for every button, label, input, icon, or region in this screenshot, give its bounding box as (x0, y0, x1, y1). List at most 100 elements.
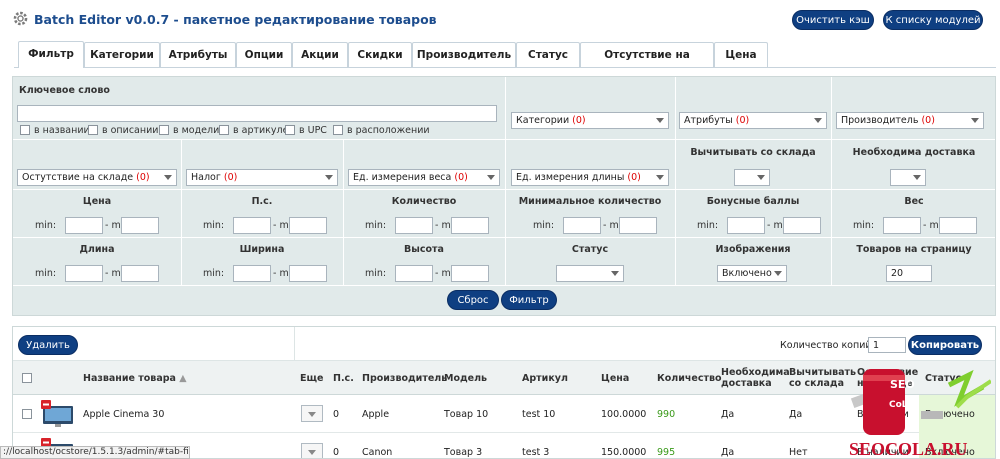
check-in-model-label: в модели (173, 125, 220, 136)
seocola-watermark: SEO CoLA SEOCOLA.RU (841, 367, 991, 459)
row-manufacturer: Apple (362, 409, 390, 420)
tab-attributes[interactable]: Атрибуты (160, 42, 236, 67)
row-model: Товар 3 (444, 447, 483, 458)
length-max-input[interactable] (121, 265, 159, 282)
tab-categories[interactable]: Категории (84, 42, 160, 67)
price-max-input[interactable] (121, 217, 159, 234)
shipping-label: Необходима доставка (852, 147, 976, 158)
points-max-input[interactable] (289, 217, 327, 234)
min-quantity-label: Минимальное количество (518, 196, 662, 207)
copies-input[interactable]: 1 (868, 337, 906, 353)
tax-select[interactable]: Налог (0) (186, 169, 338, 186)
col-more: Еще (300, 373, 324, 384)
keyword-label: Ключевое слово (19, 85, 110, 96)
row-more-button[interactable] (301, 405, 323, 422)
check-in-description[interactable] (88, 125, 98, 135)
price-min-label: min: (35, 220, 57, 231)
weight-max-input[interactable] (939, 217, 977, 234)
points-label: П.с. (251, 196, 273, 207)
height-max-input[interactable] (451, 265, 489, 282)
row-name[interactable]: Apple Cinema 30 (83, 409, 164, 420)
price-label: Цена (82, 196, 112, 207)
status-label: Статус (571, 244, 609, 255)
filter-panel: Ключевое слово в названии в описании в м… (12, 76, 996, 316)
width-min-input[interactable] (233, 265, 271, 282)
col-shipping: Необходима доставка (721, 367, 790, 389)
points-min-input[interactable] (233, 217, 271, 234)
width-max-input[interactable] (289, 265, 327, 282)
reward-max-input[interactable] (783, 217, 821, 234)
shipping-select[interactable] (890, 169, 926, 186)
min-quantity-min-label: min: (533, 220, 555, 231)
col-quantity: Количество (657, 373, 722, 384)
height-min-label: min: (365, 268, 387, 279)
subtract-select[interactable] (734, 169, 770, 186)
width-min-label: min: (203, 268, 225, 279)
row-checkbox[interactable] (22, 409, 32, 419)
tab-filter[interactable]: Фильтр (18, 41, 84, 68)
weight-unit-select[interactable]: Ед. измерения веса (0) (348, 169, 500, 186)
manufacturer-select[interactable]: Производитель (0) (836, 112, 984, 129)
categories-select[interactable]: Категории (0) (511, 112, 669, 129)
per-page-label: Товаров на страницу (856, 244, 972, 255)
col-model: Модель (444, 373, 488, 384)
clear-cache-button[interactable]: Очистить кэш (792, 10, 874, 30)
delete-button[interactable]: Удалить (18, 335, 78, 355)
watermark-text: SEOCOLA.RU (849, 439, 968, 459)
col-name[interactable]: Название товара ▲ (83, 373, 187, 384)
row-more-button[interactable] (301, 443, 323, 458)
tab-manufacturer[interactable]: Производитель (412, 42, 516, 67)
images-select[interactable]: Включено (717, 265, 787, 282)
cola-can-icon (850, 369, 991, 435)
check-in-description-label: в описании (102, 125, 159, 136)
reset-button[interactable]: Сброс (447, 290, 499, 310)
keyword-input[interactable] (17, 105, 497, 122)
tab-stock-status[interactable]: Отсутствие на складе (580, 42, 714, 85)
attributes-select[interactable]: Атрибуты (0) (679, 112, 827, 129)
check-in-location[interactable] (333, 125, 343, 135)
quantity-min-input[interactable] (395, 217, 433, 234)
min-quantity-max-input[interactable] (619, 217, 657, 234)
tab-specials[interactable]: Акции (292, 42, 348, 67)
length-min-input[interactable] (65, 265, 103, 282)
row-quantity: 995 (657, 447, 676, 458)
browser-status-bar: ://localhost/ocstore/1.5.1.3/admin/#tab-… (0, 446, 190, 459)
reward-min-label: min: (697, 220, 719, 231)
product-thumbnail (41, 400, 75, 428)
check-in-upc[interactable] (285, 125, 295, 135)
weight-min-input[interactable] (883, 217, 921, 234)
tab-options[interactable]: Опции (236, 42, 292, 67)
page-title: Batch Editor v0.0.7 - пакетное редактиро… (34, 12, 437, 27)
results-panel: Удалить Количество копий: 1 Копировать Н… (12, 326, 996, 459)
per-page-input[interactable]: 20 (886, 265, 932, 282)
check-in-sku[interactable] (219, 125, 229, 135)
tab-price[interactable]: Цена (714, 42, 768, 67)
reward-label: Бонусные баллы (706, 196, 800, 207)
modules-list-button[interactable]: К списку модулей (883, 10, 983, 30)
row-points: 0 (333, 409, 340, 420)
copy-button[interactable]: Копировать (908, 335, 982, 355)
row-model: Товар 10 (444, 409, 489, 420)
row-shipping: Да (721, 447, 735, 458)
row-price: 100.0000 (601, 409, 647, 420)
copies-label: Количество копий: (780, 340, 875, 351)
min-quantity-min-input[interactable] (563, 217, 601, 234)
quantity-max-input[interactable] (451, 217, 489, 234)
row-subtract: Да (789, 409, 803, 420)
tab-discounts[interactable]: Скидки (348, 42, 412, 67)
weight-label: Вес (904, 196, 924, 207)
check-in-model[interactable] (159, 125, 169, 135)
reward-min-input[interactable] (727, 217, 765, 234)
select-all-checkbox[interactable] (22, 373, 32, 383)
stock-status-select[interactable]: Остутствие на складе (0) (17, 169, 177, 186)
status-select[interactable] (556, 265, 624, 282)
points-min-label: min: (203, 220, 225, 231)
length-unit-select[interactable]: Ед. измерения длины (0) (511, 169, 669, 186)
col-price: Цена (601, 373, 630, 384)
price-min-input[interactable] (65, 217, 103, 234)
check-in-name[interactable] (20, 125, 30, 135)
can-text-top: SEO (890, 378, 915, 391)
height-min-input[interactable] (395, 265, 433, 282)
tab-status[interactable]: Статус (516, 42, 580, 67)
filter-button[interactable]: Фильтр (501, 290, 557, 310)
